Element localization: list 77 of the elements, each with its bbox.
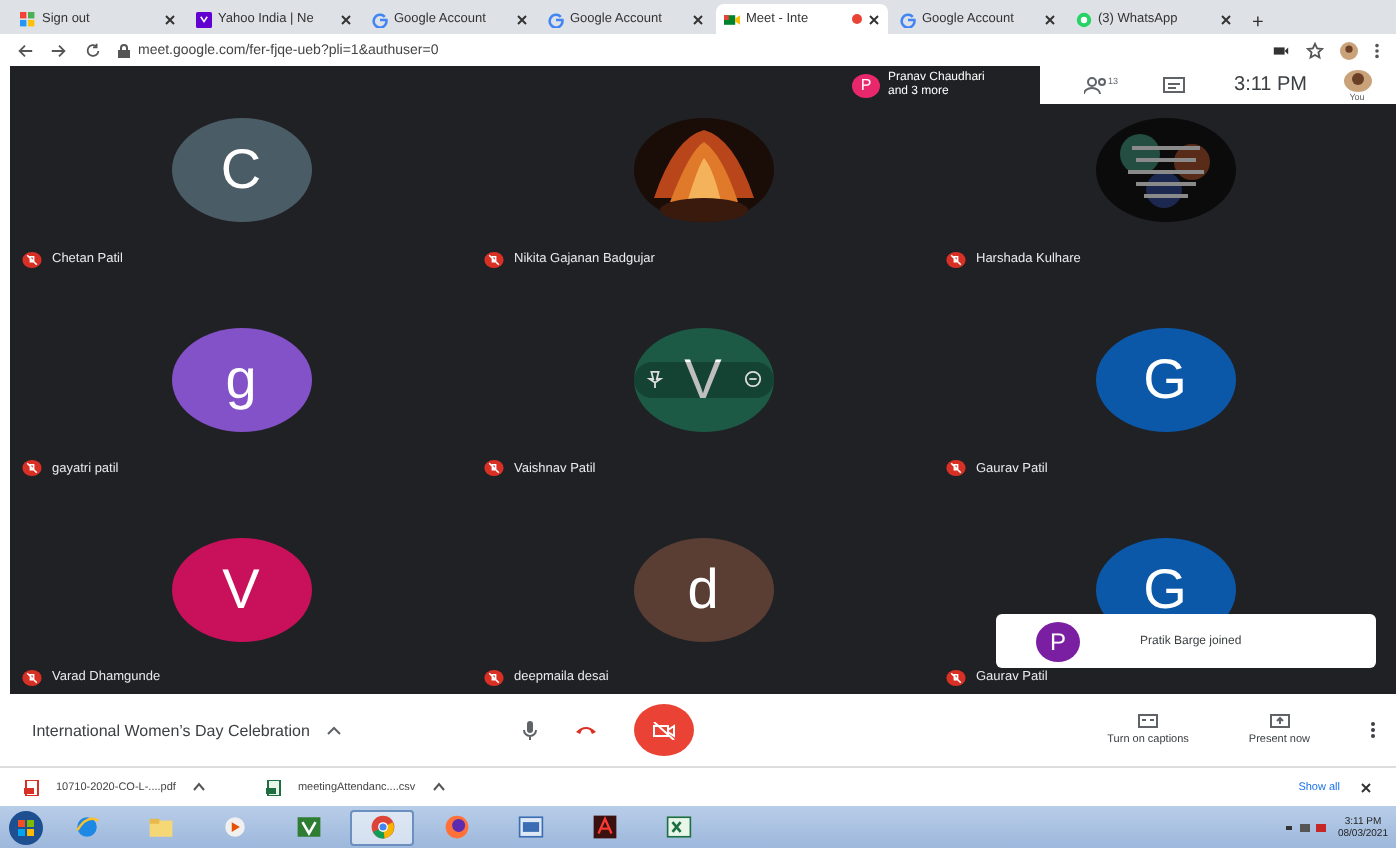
new-tab-button[interactable]: + bbox=[1244, 12, 1272, 34]
app-icon bbox=[221, 814, 247, 840]
close-icon[interactable] bbox=[868, 13, 880, 25]
camera-icon[interactable] bbox=[1272, 41, 1290, 59]
start-button[interactable] bbox=[8, 809, 44, 845]
close-icon[interactable] bbox=[1360, 781, 1372, 793]
caret-icon bbox=[325, 724, 342, 736]
close-icon[interactable] bbox=[164, 13, 176, 25]
avatar: P bbox=[852, 73, 880, 97]
present-icon bbox=[1269, 714, 1290, 728]
menu-icon[interactable] bbox=[1374, 41, 1380, 59]
forward-icon[interactable] bbox=[50, 41, 68, 59]
people-icon bbox=[1084, 75, 1108, 95]
meeting-title: International Women’s Day Celebration bbox=[32, 721, 310, 739]
avatar: g bbox=[171, 327, 311, 432]
avatar: V bbox=[171, 537, 311, 642]
g-icon bbox=[372, 11, 388, 27]
camera-off-icon bbox=[651, 721, 676, 739]
muted-mic-icon bbox=[946, 460, 966, 477]
profile-avatar[interactable] bbox=[1340, 41, 1358, 59]
chat-icon bbox=[1162, 75, 1187, 95]
close-icon[interactable] bbox=[340, 13, 352, 25]
hang-up-button[interactable] bbox=[573, 724, 598, 736]
back-icon[interactable] bbox=[16, 41, 34, 59]
clock-time: 3:11 PM bbox=[1234, 74, 1308, 96]
muted-mic-icon bbox=[22, 251, 42, 268]
avatar: V bbox=[633, 327, 773, 432]
avatar: P bbox=[1036, 621, 1080, 661]
self-avatar bbox=[1343, 69, 1372, 91]
more-options-icon bbox=[1370, 720, 1376, 740]
lock-icon bbox=[118, 43, 130, 57]
camera-button[interactable] bbox=[633, 704, 694, 756]
close-icon[interactable] bbox=[692, 13, 704, 25]
windows-logo bbox=[8, 809, 44, 845]
remove-icon[interactable] bbox=[743, 370, 761, 389]
app-icon bbox=[295, 814, 321, 840]
app-icon bbox=[369, 814, 395, 840]
microphone-icon bbox=[521, 720, 538, 740]
spreadsheet-file-icon bbox=[265, 779, 282, 795]
app-icon bbox=[517, 814, 543, 840]
close-icon[interactable] bbox=[1220, 13, 1232, 25]
more-options-button[interactable] bbox=[1370, 720, 1376, 740]
app-icon bbox=[591, 814, 617, 840]
chat-button[interactable] bbox=[1162, 75, 1187, 95]
avatar: G bbox=[1095, 327, 1235, 432]
close-icon[interactable] bbox=[1044, 13, 1056, 25]
app-icon bbox=[147, 814, 173, 840]
muted-mic-icon bbox=[484, 669, 504, 686]
muted-mic-icon bbox=[484, 251, 504, 268]
avatar: C bbox=[171, 118, 311, 223]
muted-mic-icon bbox=[946, 669, 966, 686]
g-icon bbox=[548, 11, 564, 27]
g-icon bbox=[900, 11, 916, 27]
avatar: d bbox=[633, 537, 773, 642]
camera-icon bbox=[724, 11, 740, 27]
pdf-file-icon bbox=[24, 779, 40, 795]
microphone-button[interactable] bbox=[521, 720, 538, 740]
close-icon[interactable] bbox=[516, 13, 528, 25]
muted-mic-icon bbox=[22, 669, 42, 686]
chat-bubble-icon bbox=[1076, 11, 1092, 27]
app-icon bbox=[73, 814, 99, 840]
captions-icon bbox=[1138, 714, 1159, 728]
caret-icon bbox=[191, 782, 206, 792]
pin-icon[interactable] bbox=[645, 370, 663, 389]
tray-icons[interactable] bbox=[1285, 821, 1330, 833]
yahoo-icon bbox=[196, 11, 212, 27]
caret-icon bbox=[431, 782, 446, 792]
muted-mic-icon bbox=[946, 251, 966, 268]
app-icon bbox=[665, 814, 691, 840]
grid-icon bbox=[20, 11, 36, 27]
caret-button[interactable] bbox=[325, 724, 342, 736]
phone-icon bbox=[573, 724, 598, 736]
muted-mic-icon bbox=[22, 460, 42, 477]
muted-mic-icon bbox=[484, 460, 504, 477]
star-icon[interactable] bbox=[1306, 41, 1324, 59]
reload-icon[interactable] bbox=[84, 41, 102, 59]
app-icon bbox=[443, 814, 469, 840]
